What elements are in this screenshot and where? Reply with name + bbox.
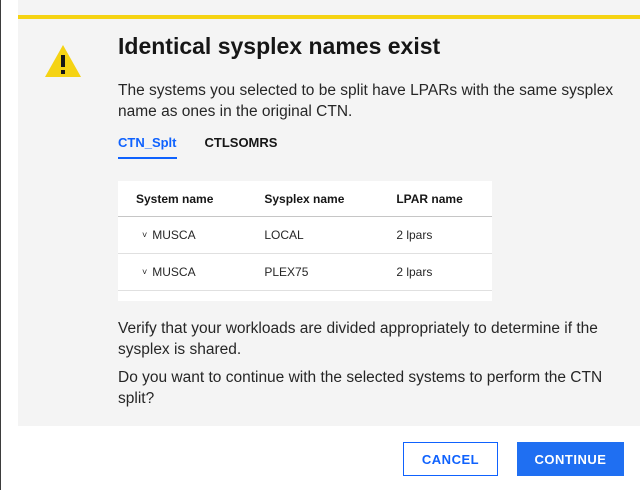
table-header-row: System name Sysplex name LPAR name xyxy=(118,181,492,217)
tab-list: CTN_Splt CTLSOMRS xyxy=(118,135,305,159)
tab-ctlsomrs[interactable]: CTLSOMRS xyxy=(205,135,278,159)
warning-dialog: Identical sysplex names exist The system… xyxy=(18,0,640,426)
table-row: ˅ MUSCA PLEX75 2 lpars xyxy=(118,253,492,291)
lpar-name-cell: 2 lpars xyxy=(378,253,492,291)
dialog-lead-text: The systems you selected to be split hav… xyxy=(118,82,614,120)
chevron-down-icon[interactable]: ˅ xyxy=(142,267,147,277)
table-filler-row xyxy=(118,291,492,304)
column-header-system-name: System name xyxy=(118,181,247,217)
dialog-title: Identical sysplex names exist xyxy=(118,33,441,59)
column-header-sysplex-name: Sysplex name xyxy=(246,181,379,217)
sysplex-name-cell: LOCAL xyxy=(246,216,379,254)
sysplex-name-cell: PLEX75 xyxy=(246,253,379,291)
system-name: MUSCA xyxy=(152,265,196,279)
lpar-name-cell: 2 lpars xyxy=(378,216,492,254)
warning-accent-bar xyxy=(18,15,640,19)
verify-text: Verify that your workloads are divided a… xyxy=(118,320,598,358)
table-row: ˅ MUSCA LOCAL 2 lpars xyxy=(118,216,492,254)
systems-table: System name Sysplex name LPAR name ˅ MUSC… xyxy=(118,181,492,301)
system-name-cell: ˅ MUSCA xyxy=(118,216,247,254)
continue-button[interactable]: CONTINUE xyxy=(517,442,624,476)
question-text: Do you want to continue with the selecte… xyxy=(118,369,603,407)
cancel-button[interactable]: CANCEL xyxy=(403,442,498,476)
tab-ctn-splt[interactable]: CTN_Splt xyxy=(118,135,177,159)
column-header-lpar-name: LPAR name xyxy=(378,181,492,217)
system-name-cell: ˅ MUSCA xyxy=(118,253,247,291)
chevron-down-icon[interactable]: ˅ xyxy=(142,230,147,240)
warning-icon xyxy=(45,45,81,77)
system-name: MUSCA xyxy=(152,228,196,242)
